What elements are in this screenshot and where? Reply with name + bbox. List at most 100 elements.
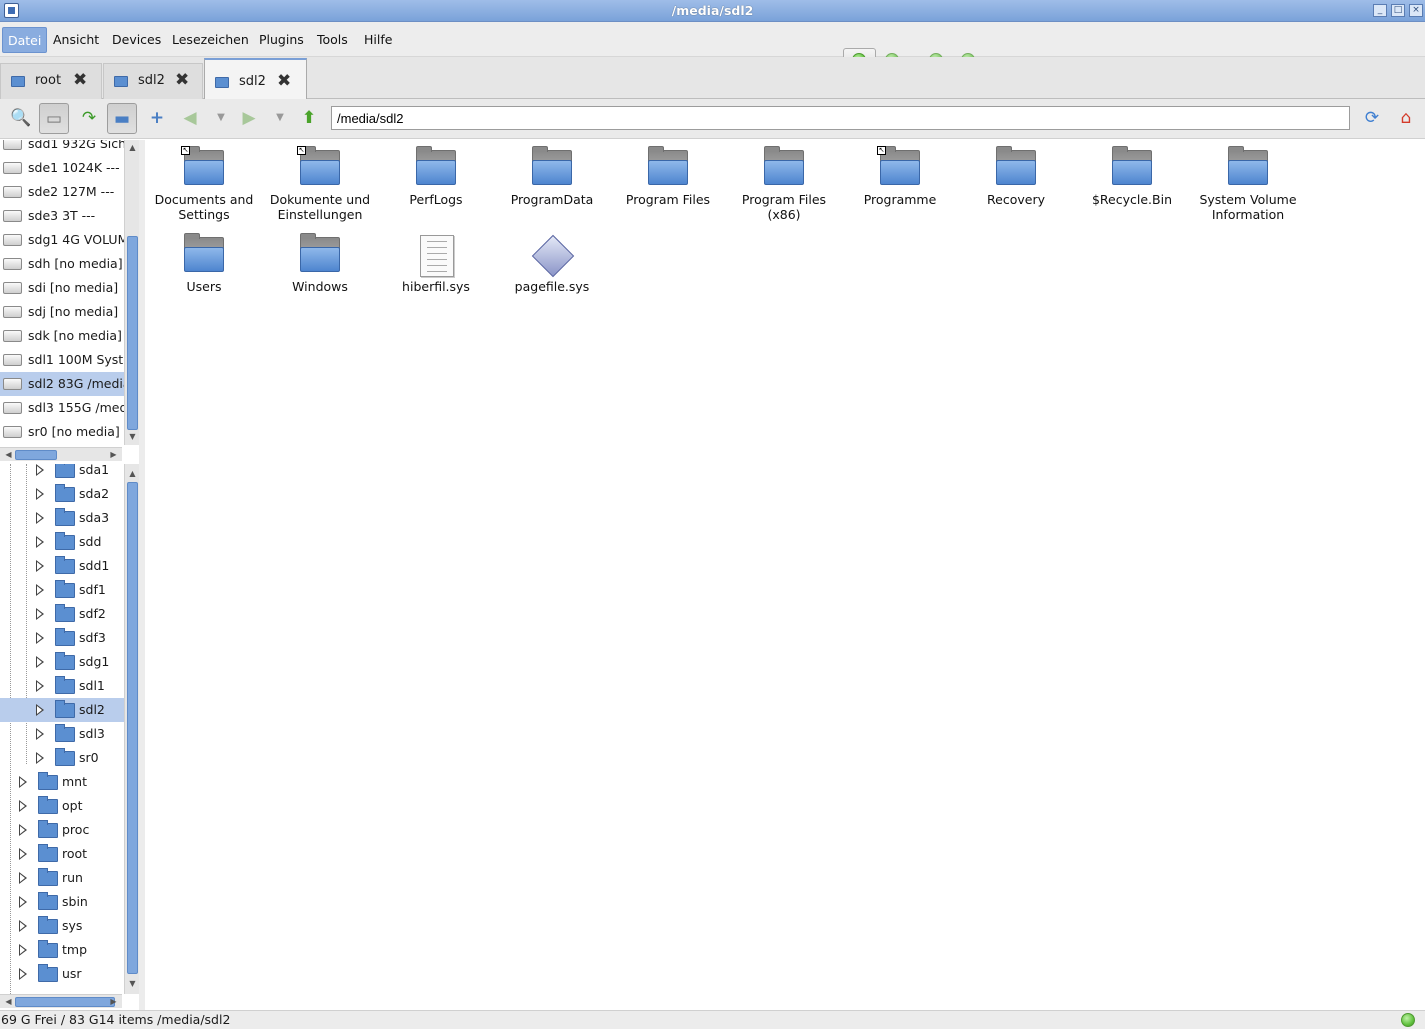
tree-node[interactable]: sdd [0,530,124,554]
expander-icon[interactable] [36,464,44,476]
scroll-up-icon[interactable]: ▲ [127,468,138,479]
file-item[interactable]: PerfLogs [378,140,494,207]
device-item[interactable]: sde2 127M --- [0,180,124,204]
file-item[interactable]: ↖ Programme [842,140,958,207]
folder-tree[interactable]: sda1 sda2 sda3 sdd sdd1 sdf1 sdf2 sdf3 s… [0,464,124,994]
expander-icon[interactable] [36,608,44,620]
scroll-thumb[interactable] [15,997,115,1007]
file-item[interactable]: Windows [262,227,378,294]
tree-scrollbar[interactable]: ▲ ▼ [124,464,139,994]
chevron-down-icon[interactable]: ▼ [206,103,236,134]
expander-icon[interactable] [36,584,44,596]
file-item[interactable]: ↖ Dokumente und Einstellungen [262,140,378,222]
expander-icon[interactable] [36,704,44,716]
device-item[interactable]: sdk [no media] [0,324,124,348]
title-bar[interactable]: /media/sdl2 _ □ × [0,0,1425,22]
expander-icon[interactable] [36,512,44,524]
device-item-selected[interactable]: sdl2 83G /media [0,372,124,396]
tree-node[interactable]: sda3 [0,506,124,530]
file-item[interactable]: Program Files [610,140,726,207]
file-item[interactable]: ↖ Documents and Settings [146,140,262,222]
tree-node[interactable]: sda1 [0,464,124,482]
expander-icon[interactable] [19,800,27,812]
tree-node[interactable]: sdl1 [0,674,124,698]
expander-icon[interactable] [36,536,44,548]
forward-arrow-icon[interactable]: ▶ [234,103,264,134]
scroll-left-icon[interactable]: ◀ [3,996,14,1007]
device-item[interactable]: sr0 [no media] [0,420,124,444]
tab-close-icon[interactable]: ✖ [175,72,189,89]
device-item[interactable]: sde1 1024K --- [0,156,124,180]
new-folder-icon[interactable]: ▬ [107,103,137,134]
reload-icon[interactable]: ⟳ [1357,103,1387,134]
tree-node[interactable]: sdf3 [0,626,124,650]
file-item[interactable]: System Volume Information [1190,140,1306,222]
file-item[interactable]: Program Files (x86) [726,140,842,222]
tree-hscrollbar[interactable]: ◀ ▶ [0,994,122,1008]
expander-icon[interactable] [19,920,27,932]
file-item[interactable]: Recovery [958,140,1074,207]
tree-node[interactable]: run [0,866,124,890]
file-item[interactable]: pagefile.sys [494,227,610,294]
back-arrow-icon[interactable]: ◀ [175,103,205,134]
expander-icon[interactable] [36,728,44,740]
tree-node[interactable]: sdg1 [0,650,124,674]
close-icon[interactable]: × [1409,4,1423,17]
expander-icon[interactable] [19,776,27,788]
file-item[interactable]: hiberfil.sys [378,227,494,294]
up-arrow-icon[interactable]: ⬆ [294,103,324,134]
menu-devices[interactable]: Devices [107,27,166,53]
device-item[interactable]: sdj [no media] [0,300,124,324]
chevron-down-icon[interactable]: ▼ [265,103,295,134]
search-icon[interactable]: 🔍 [6,103,36,134]
device-item[interactable]: sdd1 932G Sicherung [0,140,124,156]
expander-icon[interactable] [36,488,44,500]
tree-node[interactable]: sdf1 [0,578,124,602]
scroll-right-icon[interactable]: ▶ [108,449,119,460]
tree-node[interactable]: usr [0,962,124,986]
scroll-thumb[interactable] [127,236,138,430]
scroll-left-icon[interactable]: ◀ [3,449,14,460]
tree-node[interactable]: sr0 [0,746,124,770]
expander-icon[interactable] [36,680,44,692]
tree-node[interactable]: tmp [0,938,124,962]
tree-node[interactable]: sdf2 [0,602,124,626]
home-icon[interactable]: ⌂ [1391,103,1421,134]
file-item[interactable]: ProgramData [494,140,610,207]
scroll-down-icon[interactable]: ▼ [127,978,138,989]
tab-sdl2-active[interactable]: sdl2 ✖ [204,58,307,99]
expander-icon[interactable] [36,752,44,764]
tree-node[interactable]: sbin [0,890,124,914]
menu-lesezeichen[interactable]: Lesezeichen [167,27,254,53]
tab-sdl2[interactable]: sdl2 ✖ [103,63,203,99]
expander-icon[interactable] [36,632,44,644]
tree-node[interactable]: sdd1 [0,554,124,578]
device-item[interactable]: sdi [no media] [0,276,124,300]
tree-node[interactable]: proc [0,818,124,842]
tree-node[interactable]: mnt [0,770,124,794]
device-item[interactable]: sdh [no media] [0,252,124,276]
expander-icon[interactable] [19,896,27,908]
tree-node[interactable]: sda2 [0,482,124,506]
expander-icon[interactable] [19,824,27,836]
device-item[interactable]: sdl3 155G /media [0,396,124,420]
refresh-icon[interactable]: ↷ [74,103,104,134]
scroll-down-icon[interactable]: ▼ [127,431,138,442]
tree-node[interactable]: root [0,842,124,866]
scroll-up-icon[interactable]: ▲ [127,142,138,153]
tab-close-icon[interactable]: ✖ [277,73,291,90]
tree-node-selected[interactable]: sdl2 [0,698,124,722]
expander-icon[interactable] [19,968,27,980]
device-list-scrollbar[interactable]: ▲ ▼ [124,140,139,445]
plus-icon[interactable]: + [142,103,172,134]
maximize-icon[interactable]: □ [1391,4,1405,17]
expander-icon[interactable] [19,848,27,860]
tree-node[interactable]: sys [0,914,124,938]
drive-icon[interactable]: ▭ [39,103,69,134]
minimize-icon[interactable]: _ [1373,4,1387,17]
expander-icon[interactable] [19,872,27,884]
expander-icon[interactable] [36,560,44,572]
file-item[interactable]: $Recycle.Bin [1074,140,1190,207]
menu-hilfe[interactable]: Hilfe [359,27,397,53]
device-list[interactable]: sdd1 932G Sicherung sde1 1024K --- sde2 … [0,140,124,445]
